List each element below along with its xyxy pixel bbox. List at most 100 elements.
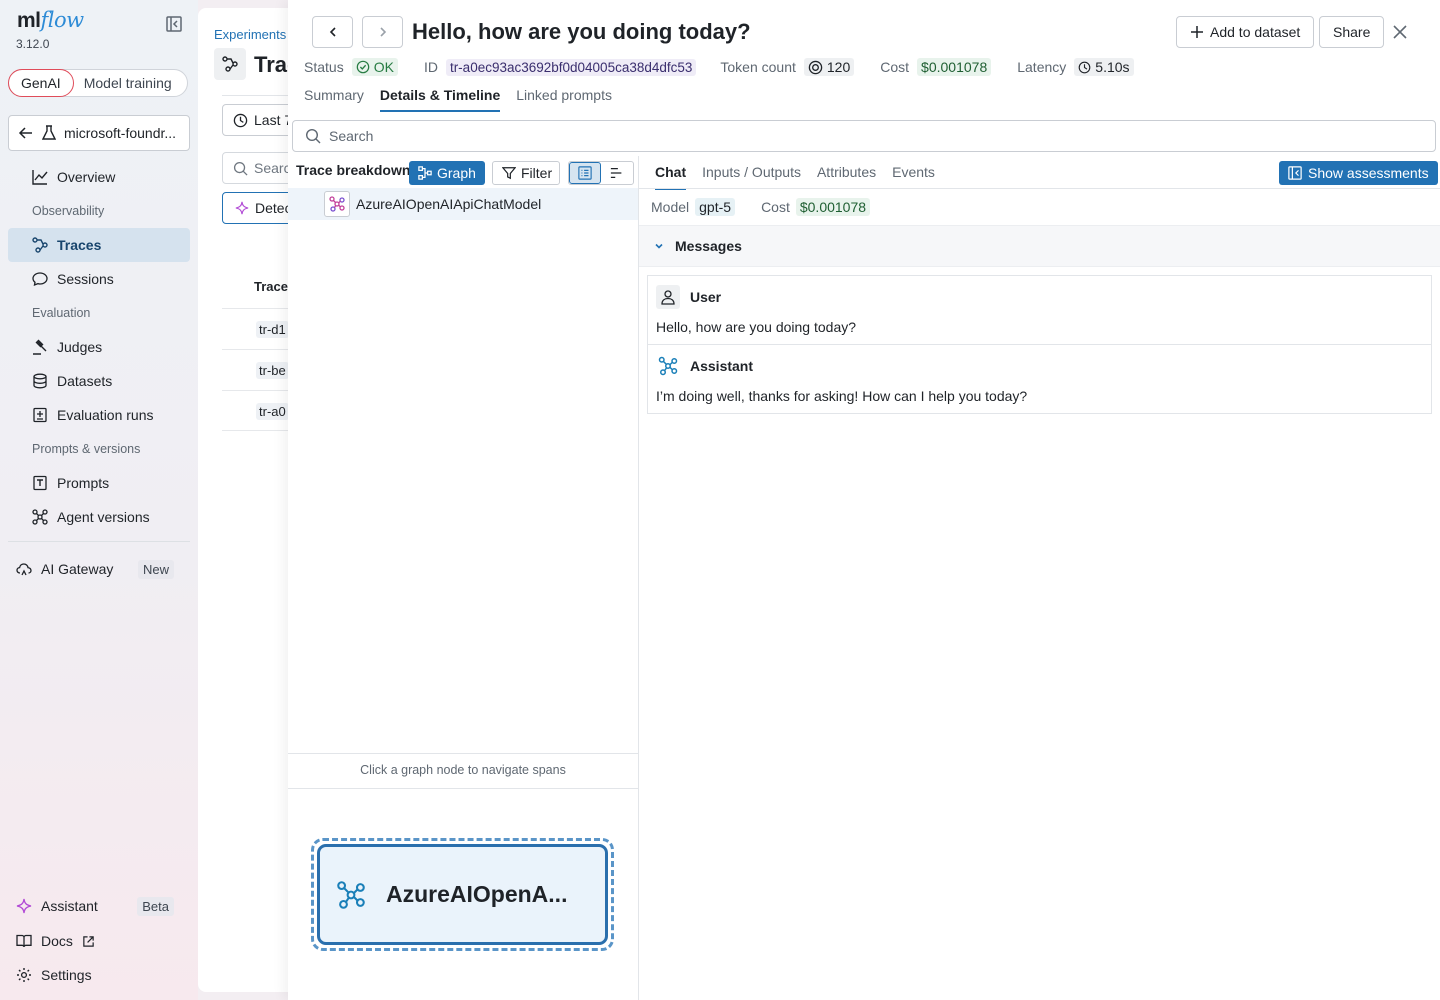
view-mode-toggle xyxy=(568,161,634,185)
clock-icon xyxy=(1078,61,1091,73)
nav-prompts[interactable]: Prompts xyxy=(8,466,190,500)
timeline-icon xyxy=(610,167,622,179)
assistant-icon xyxy=(656,354,680,378)
timeline-view-toggle[interactable] xyxy=(601,162,633,184)
span-search xyxy=(292,120,1436,152)
next-trace-button[interactable] xyxy=(362,16,403,48)
chevron-right-icon xyxy=(379,27,386,37)
check-circle-icon xyxy=(356,60,370,74)
gavel-icon xyxy=(33,339,47,355)
sparkle-icon xyxy=(235,201,249,215)
user-icon xyxy=(656,285,680,309)
search-icon xyxy=(233,161,248,176)
graph-node-label: AzureAIOpenA... xyxy=(386,881,568,907)
gear-icon xyxy=(17,968,31,982)
tab-chat[interactable]: Chat xyxy=(655,164,687,190)
previous-trace-button[interactable] xyxy=(312,16,353,48)
cost-badge: $0.001078 xyxy=(795,198,871,216)
mlflow-logo[interactable]: mlflow xyxy=(17,8,84,33)
chevron-left-icon xyxy=(329,27,336,37)
experiment-name: microsoft-foundr... xyxy=(64,125,177,141)
search-input[interactable] xyxy=(329,128,1229,144)
beta-badge: Beta xyxy=(137,896,174,916)
message-text: Hello, how are you doing today? xyxy=(656,319,857,335)
show-assessments-button[interactable]: Show assessments xyxy=(1279,161,1438,185)
trace-id-value[interactable]: tr-a0ec93ac3692bf0d04005ca38d4dfc53 xyxy=(445,58,697,76)
nav-assistant[interactable]: Assistant Beta xyxy=(8,889,190,923)
table-header-trace: Trace xyxy=(254,279,288,294)
nav-judges[interactable]: Judges xyxy=(8,330,190,364)
messages-section-header[interactable]: Messages xyxy=(639,225,1440,267)
graph-node[interactable]: AzureAIOpenA... xyxy=(317,844,608,945)
version-label: 3.12.0 xyxy=(16,37,50,51)
sparkle-icon xyxy=(16,898,32,914)
chart-line-icon xyxy=(32,170,48,185)
status-badge: OK xyxy=(351,58,398,76)
trace-title: Hello, how are you doing today? xyxy=(412,19,751,44)
new-badge: New xyxy=(137,559,174,579)
nav-ai-gateway[interactable]: AI Gateway New xyxy=(8,552,190,586)
tab-attributes[interactable]: Attributes xyxy=(817,164,876,190)
graph-hint-text: Click a graph node to navigate spans xyxy=(360,763,566,777)
trace-breakdown-title: Trace breakdown xyxy=(296,162,411,178)
message-text: I’m doing well, thanks for asking! How c… xyxy=(656,388,1028,404)
external-link-icon xyxy=(83,935,94,947)
tree-view-toggle[interactable] xyxy=(569,162,602,184)
back-arrow-icon xyxy=(18,127,32,139)
nav-settings[interactable]: Settings xyxy=(8,958,190,992)
sidebar: mlflow 3.12.0 GenAI Model training micro… xyxy=(0,0,198,1000)
plus-icon xyxy=(1191,26,1203,38)
nav-sessions[interactable]: Sessions xyxy=(8,262,190,296)
token-icon xyxy=(808,60,823,74)
token-count-badge: 120 xyxy=(803,58,855,76)
tab-summary[interactable]: Summary xyxy=(304,87,364,112)
nav-overview[interactable]: Overview xyxy=(8,160,190,194)
filter-button[interactable]: Filter xyxy=(492,161,560,185)
close-icon[interactable] xyxy=(1390,22,1410,42)
panel-open-icon xyxy=(1288,166,1302,180)
add-to-dataset-button[interactable]: Add to dataset xyxy=(1176,16,1315,48)
traces-title-icon xyxy=(214,48,246,80)
span-tree-item[interactable]: AzureAIOpenAIApiChatModel xyxy=(288,188,638,220)
evaluation-runs-icon xyxy=(33,407,47,423)
tabs-underline xyxy=(639,188,1440,189)
collapse-sidebar-icon[interactable] xyxy=(165,15,183,33)
nav-datasets[interactable]: Datasets xyxy=(8,364,190,398)
agent-icon xyxy=(32,509,48,525)
prompt-icon xyxy=(33,475,47,491)
mode-genai[interactable]: GenAI xyxy=(8,69,74,97)
message-card-assistant: Assistant I’m doing well, thanks for ask… xyxy=(647,344,1432,414)
trace-breakdown-panel: Trace breakdown Graph Filter AzureAIOpen… xyxy=(288,156,639,1000)
mode-model-training[interactable]: Model training xyxy=(74,75,182,91)
mode-switch: GenAI Model training xyxy=(8,69,188,97)
experiment-selector[interactable]: microsoft-foundr... xyxy=(8,115,190,151)
cost-badge: $0.001078 xyxy=(917,58,992,76)
book-icon xyxy=(16,934,32,948)
filter-icon xyxy=(502,167,516,180)
tab-details-timeline[interactable]: Details & Timeline xyxy=(379,87,501,112)
latency-badge: 5.10s xyxy=(1074,58,1134,76)
tab-events[interactable]: Events xyxy=(892,164,935,190)
nav-evaluation-runs[interactable]: Evaluation runs xyxy=(8,398,190,432)
graph-divider xyxy=(288,753,638,754)
model-badge: gpt-5 xyxy=(695,198,736,216)
graph-view-button[interactable]: Graph xyxy=(409,161,485,185)
nav-agent-versions[interactable]: Agent versions xyxy=(8,500,190,534)
clock-icon xyxy=(233,113,248,127)
nav-traces[interactable]: Traces xyxy=(8,228,190,262)
tab-inputs-outputs[interactable]: Inputs / Outputs xyxy=(702,164,801,190)
sidebar-divider xyxy=(8,541,190,542)
breadcrumb[interactable]: Experiments xyxy=(214,27,286,42)
experiment-icon xyxy=(42,125,56,140)
share-button[interactable]: Share xyxy=(1319,16,1385,48)
trace-metadata: Status OK ID tr-a0ec93ac3692bf0d04005ca3… xyxy=(304,57,1134,77)
cloud-gateway-icon xyxy=(16,563,32,576)
section-observability: Observability xyxy=(32,204,105,218)
nav-docs[interactable]: Docs xyxy=(8,924,190,958)
chat-bubble-icon xyxy=(32,272,48,287)
section-prompts: Prompts & versions xyxy=(32,442,141,456)
tab-linked-prompts[interactable]: Linked prompts xyxy=(516,87,612,112)
span-detail-tabs: Chat Inputs / Outputs Attributes Events xyxy=(655,164,935,190)
message-role: User xyxy=(656,285,721,309)
database-icon xyxy=(33,373,47,389)
